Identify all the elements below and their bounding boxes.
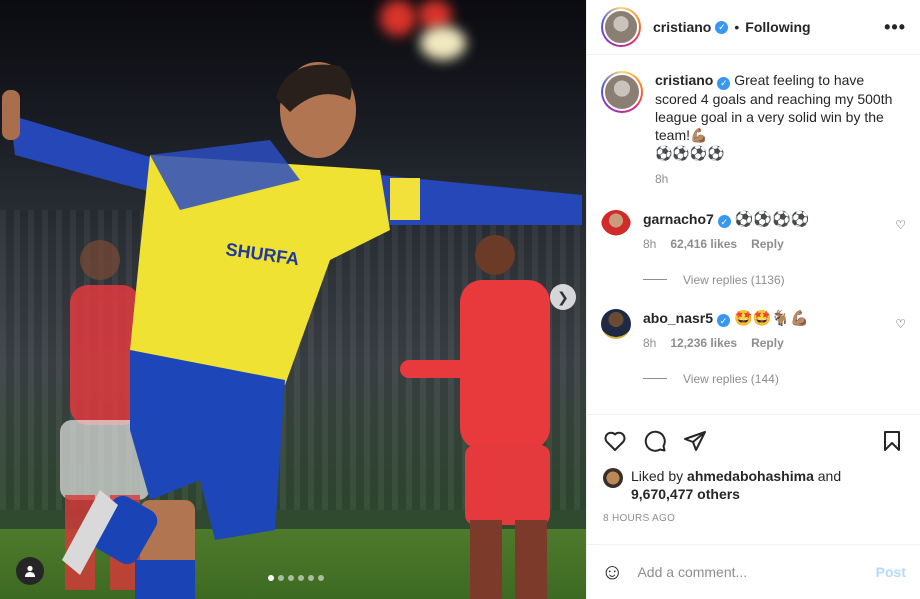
likes-count[interactable]: 9,670,477 others [631, 486, 740, 502]
divider [643, 378, 667, 379]
comment-text: ⚽⚽⚽⚽ [734, 210, 810, 228]
commenter-username[interactable]: abo_nasr5 [643, 310, 713, 326]
heart-icon[interactable]: ♡ [895, 317, 906, 331]
bookmark-icon[interactable] [880, 429, 904, 453]
carousel-dot [298, 575, 304, 581]
stadium-light [380, 0, 416, 36]
commenter-avatar[interactable] [601, 209, 631, 240]
comment-likes[interactable]: 12,236 likes [670, 336, 737, 350]
liker-avatar[interactable] [603, 468, 623, 488]
carousel-dot [268, 575, 274, 581]
chevron-right-icon: ❯ [557, 288, 569, 305]
comment-item: garnacho7 ✓ ⚽⚽⚽⚽ 8h 62,416 likes Reply ♡ [601, 209, 906, 251]
main-player: SHURFA [2, 62, 582, 599]
caption-time[interactable]: 8h [655, 172, 668, 186]
reply-button[interactable]: Reply [751, 237, 784, 251]
author-avatar[interactable] [601, 7, 641, 47]
verified-badge-icon: ✓ [717, 215, 731, 228]
follow-button[interactable]: Following [745, 19, 810, 35]
post-button[interactable]: Post [876, 564, 906, 580]
author-avatar[interactable] [601, 71, 643, 113]
post-timestamp[interactable]: 8 HOURS AGO [603, 513, 904, 524]
carousel-dot [278, 575, 284, 581]
caption-emoji-line: ⚽⚽⚽⚽ [655, 144, 725, 161]
comments-section[interactable]: cristiano ✓ Great feeling to have scored … [587, 55, 920, 414]
comment-input[interactable]: Add a comment... [637, 564, 875, 580]
likes-summary: Liked by ahmedabohashima and 9,670,477 o… [603, 467, 904, 503]
commenter-avatar[interactable] [601, 308, 631, 339]
instagram-post: SHURFA ❯ cristiano ✓ • Following ••• cri… [0, 0, 920, 599]
carousel-dot [308, 575, 314, 581]
reply-button[interactable]: Reply [751, 336, 784, 350]
verified-badge-icon: ✓ [717, 314, 731, 327]
view-replies-button[interactable]: View replies (144) [643, 372, 906, 386]
tag-people-button[interactable] [16, 557, 44, 585]
commenter-username[interactable]: garnacho7 [643, 211, 714, 227]
comment-time[interactable]: 8h [643, 237, 656, 251]
action-bar: Liked by ahmedabohashima and 9,670,477 o… [587, 414, 920, 544]
comment-time[interactable]: 8h [643, 336, 656, 350]
caption-username[interactable]: cristiano [655, 72, 713, 88]
heart-icon[interactable] [603, 429, 627, 453]
caption: cristiano ✓ Great feeling to have scored … [601, 71, 906, 186]
liker-username[interactable]: ahmedabohashima [687, 468, 814, 484]
comment-icon[interactable] [643, 429, 667, 453]
comment-item: abo_nasr5 ✓ 🤩🤩🐐💪🏽 8h 12,236 likes Reply ♡ [601, 308, 906, 350]
carousel-next-button[interactable]: ❯ [550, 284, 576, 310]
carousel-dot [318, 575, 324, 581]
comment-likes[interactable]: 62,416 likes [670, 237, 737, 251]
divider [643, 279, 667, 280]
emoji-icon[interactable]: ☺ [601, 559, 623, 585]
comment-text: 🤩🤩🐐💪🏽 [733, 309, 809, 327]
carousel-indicator [268, 575, 324, 581]
stadium-light [420, 26, 466, 60]
post-panel: cristiano ✓ • Following ••• cristiano ✓ G… [586, 0, 920, 599]
add-comment-bar: ☺ Add a comment... Post [587, 544, 920, 599]
more-options-icon[interactable]: ••• [884, 17, 906, 38]
author-username[interactable]: cristiano [653, 19, 711, 35]
verified-badge-icon: ✓ [715, 20, 729, 34]
verified-badge-icon: ✓ [717, 76, 731, 90]
heart-icon[interactable]: ♡ [895, 218, 906, 232]
user-tag-icon [25, 565, 35, 577]
separator: • [734, 19, 740, 35]
share-icon[interactable] [683, 429, 707, 453]
post-image[interactable]: SHURFA ❯ [0, 0, 586, 599]
carousel-dot [288, 575, 294, 581]
post-header: cristiano ✓ • Following ••• [587, 0, 920, 55]
view-replies-button[interactable]: View replies (1136) [643, 273, 906, 287]
